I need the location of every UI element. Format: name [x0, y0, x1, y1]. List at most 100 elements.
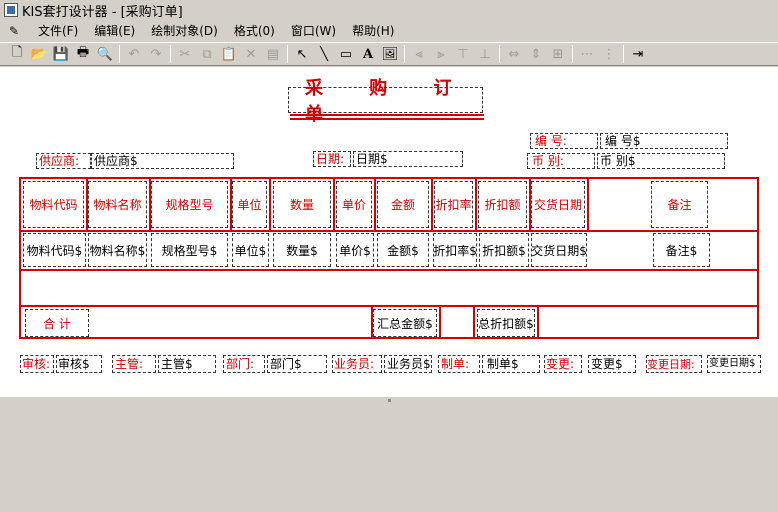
print-preview-icon[interactable]: 🔍 — [94, 44, 116, 64]
toolbar-separator — [623, 45, 624, 63]
rectangle-tool-icon[interactable]: ▭ — [335, 44, 357, 64]
horizontal-spacing-icon[interactable]: ⋯ — [576, 44, 598, 64]
auditor-value[interactable]: 审核$ — [56, 355, 102, 373]
same-size-icon[interactable]: ⊞ — [547, 44, 569, 64]
auditor-label[interactable]: 审核: — [20, 355, 54, 373]
preparer-value[interactable]: 制单$ — [482, 355, 540, 373]
department-label[interactable]: 部门: — [223, 355, 265, 373]
form-title[interactable]: 采 购 订 单 — [288, 78, 483, 125]
salesperson-label[interactable]: 业务员: — [332, 355, 382, 373]
same-height-icon[interactable]: ⇕ — [525, 44, 547, 64]
menu-draw-object[interactable]: 绘制对象(D) — [143, 22, 226, 40]
row-field[interactable]: 交货日期$ — [531, 233, 587, 267]
vertical-spacing-icon[interactable]: ⋮ — [598, 44, 620, 64]
toolbar: 🗋 📂 💾 🖶 🔍 ↶ ↷ ✂ ⧉ 📋 ✕ ▤ ↖ ╲ ▭ A 🖼 ⫷ ⫸ ⊤ … — [0, 42, 778, 66]
title-underline — [290, 118, 484, 120]
text-tool-icon[interactable]: A — [357, 44, 379, 64]
row-field[interactable]: 备注$ — [653, 233, 710, 267]
table-rule — [21, 230, 757, 232]
resize-handle[interactable] — [388, 399, 391, 402]
same-width-icon[interactable]: ⇔ — [503, 44, 525, 64]
supervisor-label[interactable]: 主管: — [112, 355, 156, 373]
save-icon[interactable]: 💾 — [50, 44, 72, 64]
supplier-label[interactable]: 供应商: — [36, 153, 91, 169]
row-field[interactable]: 物料名称$ — [88, 233, 147, 267]
menu-help[interactable]: 帮助(H) — [344, 22, 402, 40]
align-left-icon[interactable]: ⫷ — [408, 44, 430, 64]
exit-icon[interactable]: ⇥ — [627, 44, 649, 64]
salesperson-value[interactable]: 业务员$ — [384, 355, 432, 373]
number-value[interactable]: 编 号$ — [600, 133, 728, 149]
column-header[interactable]: 物料名称 — [88, 181, 147, 228]
align-top-icon[interactable]: ⊤ — [452, 44, 474, 64]
row-field[interactable]: 单价$ — [336, 233, 374, 267]
date-label[interactable]: 日期: — [313, 151, 351, 167]
design-canvas[interactable]: 采 购 订 单 编 号: 编 号$ 供应商: 供应商$ 日期: 日期$ 币 别:… — [0, 67, 778, 397]
menu-edit[interactable]: 编辑(E) — [86, 22, 143, 40]
document-menu-icon[interactable]: ✎ — [6, 24, 22, 38]
app-icon — [4, 3, 18, 17]
row-field[interactable]: 折扣额$ — [479, 233, 529, 267]
table-rule — [431, 179, 433, 230]
toolbar-separator — [404, 45, 405, 63]
row-field[interactable]: 物料代码$ — [23, 233, 86, 267]
cut-icon[interactable]: ✂ — [174, 44, 196, 64]
new-icon[interactable]: 🗋 — [6, 44, 28, 64]
supervisor-value[interactable]: 主管$ — [158, 355, 216, 373]
number-label[interactable]: 编 号: — [530, 133, 598, 149]
column-header[interactable]: 单位 — [232, 181, 267, 228]
preparer-label[interactable]: 制单: — [438, 355, 480, 373]
workspace-background — [0, 397, 778, 512]
currency-label[interactable]: 币 别: — [527, 153, 595, 169]
supplier-value[interactable]: 供应商$ — [91, 153, 234, 169]
toolbar-separator — [170, 45, 171, 63]
change-date-label[interactable]: 变更日期: — [646, 355, 702, 373]
copy-icon[interactable]: ⧉ — [196, 44, 218, 64]
align-bottom-icon[interactable]: ⊥ — [474, 44, 496, 64]
column-header[interactable]: 规格型号 — [151, 181, 228, 228]
date-value[interactable]: 日期$ — [353, 151, 463, 167]
open-folder-icon[interactable]: 📂 — [28, 44, 50, 64]
table-rule — [21, 269, 757, 271]
change-value[interactable]: 变更$ — [588, 355, 636, 373]
column-header[interactable]: 备注 — [651, 181, 708, 228]
menu-bar: ✎ 文件(F) 编辑(E) 绘制对象(D) 格式(0) 窗口(W) 帮助(H) — [0, 21, 778, 41]
column-header[interactable]: 单价 — [336, 181, 372, 228]
total-label[interactable]: 合 计 — [25, 309, 89, 337]
menu-format[interactable]: 格式(0) — [226, 22, 283, 40]
delete-icon[interactable]: ✕ — [240, 44, 262, 64]
paste-icon[interactable]: 📋 — [218, 44, 240, 64]
department-value[interactable]: 部门$ — [267, 355, 327, 373]
column-header[interactable]: 数量 — [273, 181, 331, 228]
pointer-icon[interactable]: ↖ — [291, 44, 313, 64]
row-field[interactable]: 折扣率$ — [433, 233, 477, 267]
total-amount[interactable]: 汇总金额$ — [373, 309, 437, 337]
app-window: KIS套打设计器 - [采购订单] ✎ 文件(F) 编辑(E) 绘制对象(D) … — [0, 0, 778, 512]
properties-icon[interactable]: ▤ — [262, 44, 284, 64]
total-discount[interactable]: 总折扣额$ — [477, 309, 535, 337]
image-tool-icon[interactable]: 🖼 — [379, 44, 401, 64]
row-field[interactable]: 单位$ — [232, 233, 269, 267]
align-right-icon[interactable]: ⫸ — [430, 44, 452, 64]
column-header[interactable]: 交货日期 — [531, 181, 585, 228]
menu-window[interactable]: 窗口(W) — [283, 22, 344, 40]
line-tool-icon[interactable]: ╲ — [313, 44, 335, 64]
menu-file[interactable]: 文件(F) — [30, 22, 86, 40]
print-icon[interactable]: 🖶 — [72, 44, 94, 64]
table-rule — [374, 179, 376, 230]
toolbar-separator — [287, 45, 288, 63]
row-field[interactable]: 规格型号$ — [151, 233, 228, 267]
table-rule — [439, 305, 441, 339]
column-header[interactable]: 折扣率 — [434, 181, 473, 228]
redo-icon[interactable]: ↷ — [145, 44, 167, 64]
undo-icon[interactable]: ↶ — [123, 44, 145, 64]
column-header[interactable]: 折扣额 — [478, 181, 527, 228]
table-rule — [269, 179, 271, 230]
column-header[interactable]: 物料代码 — [23, 181, 84, 228]
row-field[interactable]: 数量$ — [273, 233, 331, 267]
change-label[interactable]: 变更: — [544, 355, 582, 373]
currency-value[interactable]: 币 别$ — [597, 153, 725, 169]
change-date-value[interactable]: 变更日期$ — [707, 355, 761, 373]
row-field[interactable]: 金额$ — [377, 233, 429, 267]
column-header[interactable]: 金额 — [377, 181, 429, 228]
